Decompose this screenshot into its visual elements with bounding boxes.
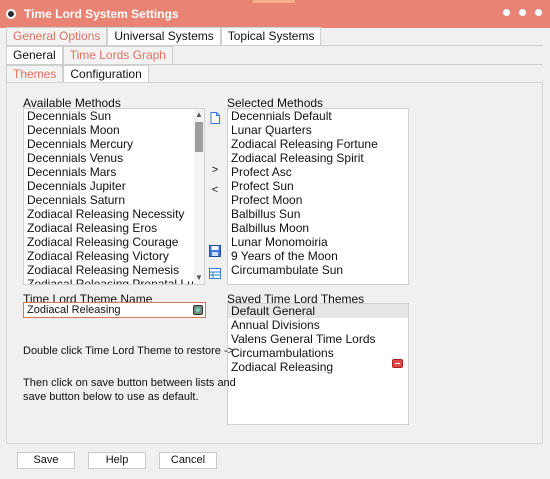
list-item[interactable]: Circumambulate Sun [228,263,408,277]
list-item[interactable]: Lunar Quarters [228,123,408,137]
scroll-up-icon[interactable]: ▲ [194,110,204,120]
top-tab-row: General Options Universal Systems Topica… [6,27,322,45]
available-methods-list[interactable]: Decennials Sun Decennials Moon Decennials … [23,108,205,285]
list-item[interactable]: Decennials Mars [24,165,204,179]
minimize-dot-icon[interactable] [503,9,510,16]
list-item[interactable]: Decennials Jupiter [24,179,204,193]
list-item[interactable]: Annual Divisions [228,318,408,332]
list-item[interactable]: Profect Moon [228,193,408,207]
list-item[interactable]: Zodiacal Releasing Necessity [24,207,204,221]
tab-universal-systems[interactable]: Universal Systems [107,27,221,45]
list-item[interactable]: Zodiacal Releasing Nemesis [24,263,204,277]
list-item[interactable]: Decennials Mercury [24,137,204,151]
list-item[interactable]: Valens General Time Lords [228,332,408,346]
close-dot-icon[interactable] [535,9,542,16]
list-item[interactable]: Circumambulations [228,346,408,360]
help-text-save-line2: save button below to use as default. [23,391,199,403]
help-button[interactable]: Help [88,452,146,469]
list-item[interactable]: Zodiacal Releasing Eros [24,221,204,235]
list-item[interactable]: Default General [228,304,408,318]
list-item[interactable]: 9 Years of the Moon [228,249,408,263]
third-tab-row: Themes Configuration [6,65,149,83]
list-item[interactable]: Zodiacal Releasing Prenatal Lunation [24,277,204,284]
save-button[interactable]: Save [17,452,75,469]
list-item[interactable]: Balbillus Sun [228,207,408,221]
list-item[interactable]: Zodiacal Releasing Victory [24,249,204,263]
table-icon[interactable] [208,268,222,282]
apply-theme-icon[interactable] [193,305,203,315]
list-item[interactable]: Zodiacal Releasing Spirit [228,151,408,165]
tab-time-lords-graph[interactable]: Time Lords Graph [62,46,173,64]
theme-name-input[interactable]: Zodiacal Releasing [23,302,206,318]
add-method-button[interactable]: > [208,164,222,176]
list-item[interactable]: Lunar Monomoiria [228,235,408,249]
list-item[interactable]: Decennials Saturn [24,193,204,207]
list-item[interactable]: Zodiacal Releasing [228,360,408,374]
maximize-dot-icon[interactable] [519,9,526,16]
second-tab-row: General Time Lords Graph [6,46,173,64]
tab-topical-systems[interactable]: Topical Systems [220,27,322,45]
list-item[interactable]: Balbillus Moon [228,221,408,235]
scroll-thumb[interactable] [195,122,203,152]
save-disk-icon[interactable] [208,245,222,260]
selected-methods-list[interactable]: Decennials Default Lunar Quarters Zodiacal… [227,108,409,285]
title-bar: Time Lord System Settings [0,0,550,28]
window-title: Time Lord System Settings [24,7,179,21]
selected-items: Decennials Default Lunar Quarters Zodiacal… [228,109,408,277]
list-item[interactable]: Zodiacal Releasing Courage [24,235,204,249]
theme-name-value: Zodiacal Releasing [27,304,121,316]
list-item[interactable]: Decennials Sun [24,109,204,123]
tab-configuration[interactable]: Configuration [63,65,149,83]
available-scrollbar[interactable]: ▲ ▼ [194,109,204,284]
cancel-button[interactable]: Cancel [159,452,217,469]
list-item[interactable]: Decennials Venus [24,151,204,165]
tab-themes[interactable]: Themes [6,65,64,83]
list-item[interactable]: Profect Sun [228,179,408,193]
list-item[interactable]: Zodiacal Releasing Fortune [228,137,408,151]
help-text-restore: Double click Time Lord Theme to restore … [23,345,235,357]
list-item[interactable]: Profect Asc [228,165,408,179]
remove-method-button[interactable]: < [208,184,222,196]
window-controls [503,9,542,16]
list-item[interactable]: Decennials Default [228,109,408,123]
title-bar-accent-strip [253,0,295,3]
help-text-save-line1: Then click on save button between lists … [23,377,236,389]
available-items: Decennials Sun Decennials Moon Decennials … [24,109,204,284]
app-icon [6,9,16,19]
saved-items: Default General Annual Divisions Valens Ge… [228,304,408,374]
tab-general-options[interactable]: General Options [6,27,108,45]
saved-themes-list[interactable]: Default General Annual Divisions Valens Ge… [227,303,409,425]
new-document-icon[interactable] [208,112,222,127]
scroll-down-icon[interactable]: ▼ [194,273,204,283]
list-item[interactable]: Decennials Moon [24,123,204,137]
delete-theme-icon[interactable] [392,359,403,368]
tab-general[interactable]: General [6,46,63,64]
